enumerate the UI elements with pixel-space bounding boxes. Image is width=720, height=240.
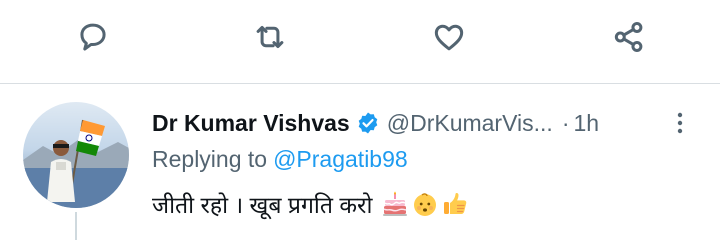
avatar-image <box>23 119 129 208</box>
like-button[interactable] <box>429 17 469 57</box>
author-name[interactable]: Dr Kumar Vishvas <box>152 110 350 137</box>
reply-icon <box>80 23 106 51</box>
tweet-header: Dr Kumar Vishvas @DrKumarVis... · 1h <box>152 108 712 138</box>
retweet-button[interactable] <box>250 17 290 57</box>
tweet-timestamp[interactable]: 1h <box>573 110 599 137</box>
replying-to-mention[interactable]: @Pragatib98 <box>273 146 408 172</box>
tweet-text: जीती रहो । खूब प्रगति करो <box>152 188 468 220</box>
reply-tweet[interactable]: Dr Kumar Vishvas @DrKumarVis... · 1h Rep… <box>0 84 720 240</box>
thumbs-up-icon <box>442 191 468 217</box>
birthday-cake-icon <box>382 191 408 217</box>
avatar[interactable] <box>23 102 129 208</box>
replying-to-line: Replying to @Pragatib98 <box>152 146 408 173</box>
baby-face-icon <box>412 191 438 217</box>
author-handle[interactable]: @DrKumarVis... <box>387 110 553 137</box>
verified-badge-icon <box>358 112 378 134</box>
thread-line <box>75 212 77 240</box>
separator-dot: · <box>561 109 570 136</box>
share-icon <box>614 22 643 52</box>
reply-button[interactable] <box>73 17 113 57</box>
share-button[interactable] <box>609 17 649 57</box>
tweet-action-bar <box>0 0 720 82</box>
retweet-icon <box>256 25 284 49</box>
tweet-text-content: जीती रहो । खूब प्रगति करो <box>152 192 373 218</box>
replying-to-label: Replying to <box>152 146 268 172</box>
more-options-icon[interactable] <box>670 109 690 139</box>
heart-icon <box>434 24 464 51</box>
